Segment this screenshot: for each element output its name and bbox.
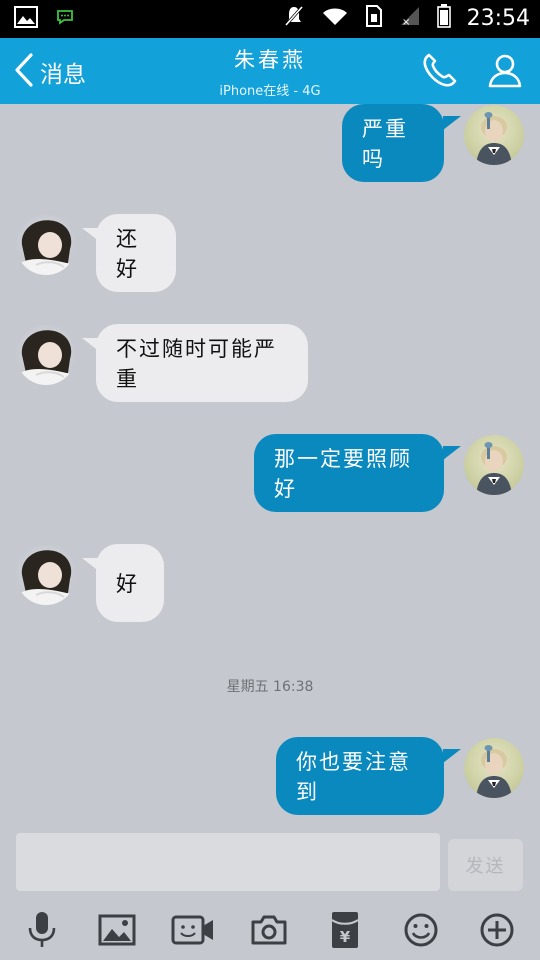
- message-bubble[interactable]: 那一定要照顾好: [254, 434, 444, 512]
- battery-icon: [436, 4, 451, 32]
- emoji-icon[interactable]: [399, 908, 443, 952]
- contact-status: iPhone在线 - 4G: [219, 84, 321, 99]
- avatar-self[interactable]: [464, 435, 524, 495]
- add-icon[interactable]: [475, 908, 519, 952]
- photo-icon[interactable]: [95, 908, 139, 952]
- avatar-self[interactable]: [464, 105, 524, 165]
- back-button[interactable]: 消息: [14, 52, 86, 92]
- bubble-tail: [443, 446, 461, 460]
- status-bar: × 23:54: [0, 0, 540, 38]
- back-label: 消息: [40, 62, 86, 88]
- red-packet-icon[interactable]: ¥: [323, 908, 367, 952]
- message-text: 还好: [116, 227, 139, 281]
- contact-title[interactable]: 朱春燕 iPhone在线 - 4G: [170, 44, 370, 99]
- microphone-icon[interactable]: [20, 908, 64, 952]
- message-bubble[interactable]: 好: [96, 544, 164, 622]
- message-input[interactable]: [16, 833, 440, 891]
- phone-icon[interactable]: [420, 52, 458, 94]
- svg-text:×: ×: [402, 17, 410, 27]
- message-text: 严重吗: [362, 117, 408, 171]
- header-bar: 消息 朱春燕 iPhone在线 - 4G: [0, 38, 540, 104]
- message-text: 你也要注意到: [296, 750, 411, 804]
- avatar-contact[interactable]: [16, 325, 76, 385]
- message-timestamp: 星期五 16:38: [226, 679, 314, 695]
- send-button[interactable]: 发送: [448, 839, 523, 891]
- image-icon: [14, 6, 38, 32]
- svg-text:¥: ¥: [340, 928, 351, 946]
- status-time: 23:54: [466, 5, 530, 31]
- mute-icon: [283, 4, 305, 32]
- chat-notification-icon: [56, 9, 74, 29]
- video-icon[interactable]: [171, 908, 215, 952]
- message-bubble[interactable]: 还好: [96, 214, 176, 292]
- message-bubble[interactable]: 不过随时可能严重: [96, 324, 308, 402]
- wifi-icon: [321, 5, 349, 31]
- composer-toolbar: ¥: [0, 900, 540, 960]
- message-bubble[interactable]: 严重吗: [342, 104, 444, 182]
- message-text: 那一定要照顾好: [274, 447, 412, 501]
- avatar-self[interactable]: [464, 738, 524, 798]
- back-chevron-icon: [14, 52, 34, 92]
- profile-icon[interactable]: [486, 52, 524, 94]
- message-bubble[interactable]: 你也要注意到: [276, 737, 444, 815]
- message-text: 好: [116, 572, 139, 596]
- message-text: 不过随时可能严重: [116, 337, 277, 391]
- signal-icon: ×: [399, 5, 421, 31]
- camera-icon[interactable]: [247, 908, 291, 952]
- composer: 发送: [0, 822, 540, 900]
- sim-icon: [365, 4, 383, 32]
- avatar-contact[interactable]: [16, 215, 76, 275]
- bubble-tail: [443, 116, 461, 130]
- bubble-tail: [443, 749, 461, 763]
- avatar-contact[interactable]: [16, 545, 76, 605]
- contact-name: 朱春燕: [234, 48, 306, 72]
